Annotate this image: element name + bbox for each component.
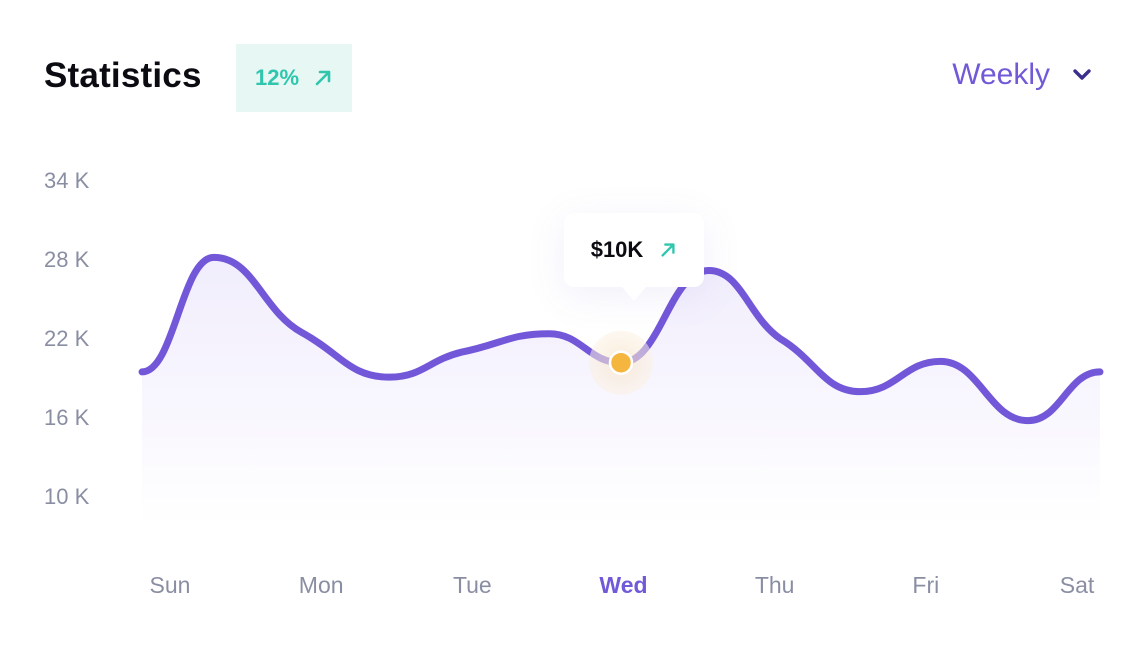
chart-area [138,253,1104,525]
arrow-up-right-icon [661,243,675,257]
value-tooltip: $10K [564,213,704,301]
highlight-point[interactable] [608,350,634,375]
tooltip-value: $10K [590,237,644,262]
